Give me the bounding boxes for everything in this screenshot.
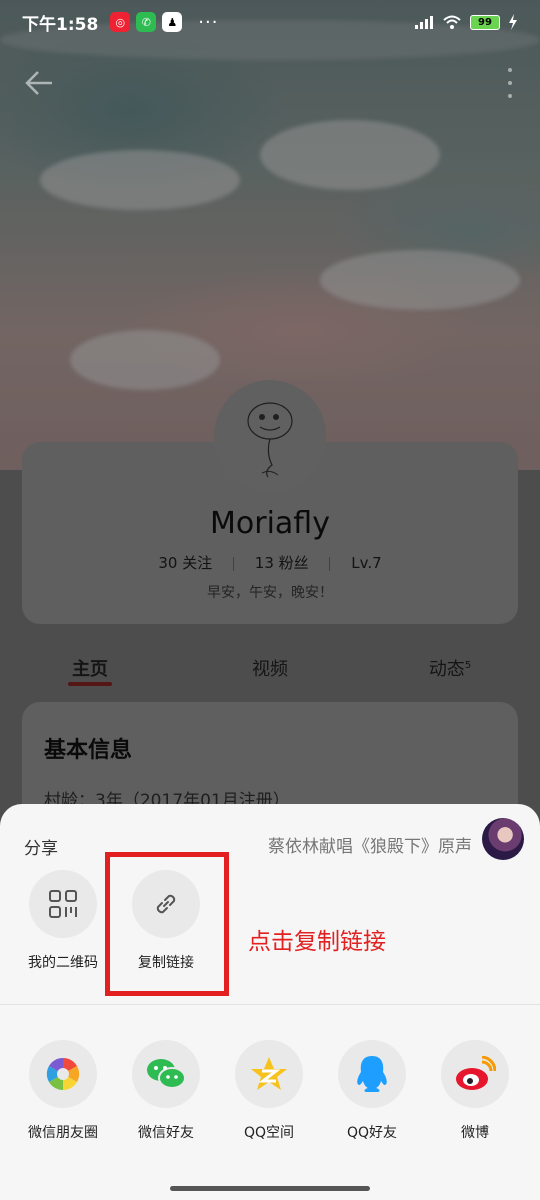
wifi-icon: [443, 15, 461, 29]
share-qzone-button[interactable]: QQ空间: [219, 1040, 319, 1142]
share-qq-friend-button[interactable]: QQ好友: [322, 1040, 422, 1142]
copy-link-hint: 点击复制链接: [248, 929, 386, 955]
my-qr-code-label: 我的二维码: [28, 955, 98, 971]
back-arrow-icon[interactable]: [22, 66, 56, 100]
share-wechat-moments-button[interactable]: 微信朋友圈: [13, 1040, 113, 1142]
netease-music-icon: ◎: [110, 12, 131, 32]
share-wechat-friend-button[interactable]: 微信好友: [116, 1040, 216, 1142]
now-playing-song[interactable]: 蔡依林献唱《狼殿下》原声: [268, 832, 472, 857]
more-notifications-icon: ···: [198, 11, 219, 33]
weibo-icon: [456, 1056, 496, 1090]
share-row-social: 微信朋友圈 微信好友 QQ空间 QQ好友 微博: [0, 1040, 540, 1160]
wechat-moments-icon: [46, 1057, 80, 1091]
qzone-icon: [251, 1057, 287, 1090]
status-bar: 下午1:58 ◎ ✆ ♟ ··· 99: [0, 0, 540, 44]
share-wechat-moments-label: 微信朋友圈: [28, 1125, 98, 1141]
qq-icon: ♟: [162, 12, 183, 32]
home-indicator[interactable]: [170, 1186, 370, 1191]
qq-icon: [357, 1056, 387, 1092]
share-qq-friend-label: QQ好友: [346, 1125, 398, 1141]
status-time: 下午1:58: [22, 14, 99, 35]
more-options-icon[interactable]: [506, 68, 514, 98]
share-sheet-divider: [0, 1004, 540, 1005]
song-cover-avatar[interactable]: [482, 818, 524, 860]
charging-icon: [509, 14, 517, 30]
share-weibo-button[interactable]: 微博: [425, 1040, 525, 1142]
wechat-icon: ✆: [136, 12, 157, 32]
share-qzone-label: QQ空间: [243, 1125, 295, 1141]
share-weibo-label: 微博: [461, 1125, 489, 1141]
cellular-signal-icon: [415, 16, 433, 29]
copy-link-highlight-box: [105, 852, 229, 996]
wechat-icon: [147, 1059, 186, 1089]
share-wechat-friend-label: 微信好友: [138, 1125, 194, 1141]
share-sheet: 分享 蔡依林献唱《狼殿下》原声 我的二维码 复制链接 微信朋友圈 微信好友 QQ…: [0, 804, 540, 1200]
qr-code-icon: [49, 890, 77, 918]
my-qr-code-button[interactable]: 我的二维码: [13, 870, 113, 972]
battery-icon: 99: [470, 14, 500, 30]
share-sheet-title: 分享: [24, 839, 58, 859]
